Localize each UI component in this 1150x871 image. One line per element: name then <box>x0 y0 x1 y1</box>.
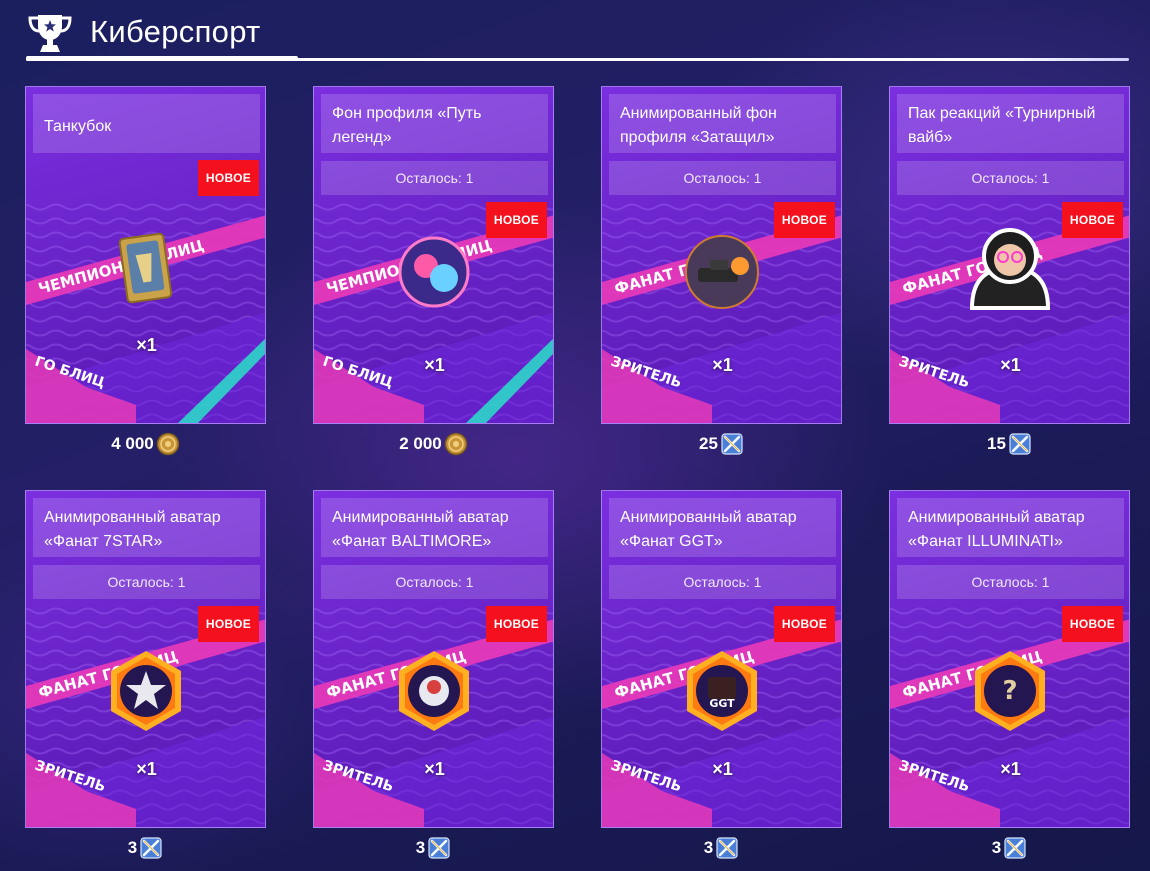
crossed-swords-icon <box>721 433 743 455</box>
product-card[interactable]: ФАНАТ ГО БЛИЦ ЗРИТЕЛЬ Анимированный ават… <box>25 490 266 828</box>
gold-coin-icon <box>156 432 180 456</box>
new-badge: НОВОЕ <box>1062 202 1123 238</box>
item-quantity: ×1 <box>1000 759 1021 779</box>
remaining-count: Осталось: 1 <box>609 565 836 599</box>
product-card[interactable]: ФАНАТ ГО БЛИЦ ЗРИТЕЛЬ GGT Анимированный … <box>601 490 842 828</box>
remaining-count: Осталось: 1 <box>897 565 1124 599</box>
product-card[interactable]: ЧЕМПИОН ГО БЛИЦ ГО БЛИЦ Фон профиля «Пут… <box>313 86 554 424</box>
card-title: Танкубок <box>33 94 260 153</box>
price-tag: 3 <box>601 835 842 861</box>
product-grid: ЧЕМПИОН ГО БЛИЦ ГО БЛИЦ Танкубок НОВОЕ ×… <box>0 0 1150 871</box>
price-value: 3 <box>991 838 1002 857</box>
new-badge: НОВОЕ <box>486 606 547 642</box>
crossed-swords-icon <box>1004 837 1026 859</box>
product-card[interactable]: ФАНАТ ГО БЛИЦ ЗРИТЕЛЬ Анимированный фон … <box>601 86 842 424</box>
price-tag: 3 <box>313 835 554 861</box>
card-title: Анимированный аватар «Фанат ILLUMINATI» <box>897 498 1124 557</box>
price-tag: 3 <box>25 835 266 861</box>
price-tag: 4 000 <box>25 431 266 457</box>
item-quantity: ×1 <box>136 759 157 779</box>
card-title: Анимированный аватар «Фанат 7STAR» <box>33 498 260 557</box>
price-value: 3 <box>127 838 138 857</box>
crossed-swords-icon <box>428 837 450 859</box>
new-badge: НОВОЕ <box>486 202 547 238</box>
card-title: Фон профиля «Путь легенд» <box>321 94 548 153</box>
product-card[interactable]: ФАНАТ ГО БЛИЦ ЗРИТЕЛЬ Пак реакций «Турни… <box>889 86 1130 424</box>
remaining-count: Осталось: 1 <box>321 161 548 195</box>
crossed-swords-icon <box>1009 433 1031 455</box>
crossed-swords-icon <box>716 837 738 859</box>
new-badge: НОВОЕ <box>1062 606 1123 642</box>
product-card[interactable]: ФАНАТ ГО БЛИЦ ЗРИТЕЛЬ ? Анимированный ав… <box>889 490 1130 828</box>
item-quantity: ×1 <box>424 355 445 375</box>
remaining-count: Осталось: 1 <box>609 161 836 195</box>
card-title: Пак реакций «Турнирный вайб» <box>897 94 1124 153</box>
new-badge: НОВОЕ <box>198 606 259 642</box>
price-tag: 25 <box>601 431 842 457</box>
crossed-swords-icon <box>140 837 162 859</box>
product-card[interactable]: ФАНАТ ГО БЛИЦ ЗРИТЕЛЬ Анимированный ават… <box>313 490 554 828</box>
item-quantity: ×1 <box>1000 355 1021 375</box>
price-value: 3 <box>703 838 714 857</box>
price-value: 2 000 <box>399 434 442 453</box>
new-badge: НОВОЕ <box>774 202 835 238</box>
new-badge: НОВОЕ <box>774 606 835 642</box>
card-title: Анимированный аватар «Фанат BALTIMORE» <box>321 498 548 557</box>
price-value: 25 <box>699 434 718 453</box>
remaining-count: Осталось: 1 <box>897 161 1124 195</box>
card-title: Анимированный аватар «Фанат GGT» <box>609 498 836 557</box>
price-tag: 2 000 <box>313 431 554 457</box>
remaining-count: Осталось: 1 <box>321 565 548 599</box>
gold-coin-icon <box>444 432 468 456</box>
item-quantity: ×1 <box>424 759 445 779</box>
price-value: 3 <box>415 838 426 857</box>
price-value: 4 000 <box>111 434 154 453</box>
item-quantity: ×1 <box>712 355 733 375</box>
card-title: Анимированный фон профиля «Затащил» <box>609 94 836 153</box>
item-quantity: ×1 <box>136 335 157 355</box>
price-tag: 3 <box>889 835 1130 861</box>
price-tag: 15 <box>889 431 1130 457</box>
product-card[interactable]: ЧЕМПИОН ГО БЛИЦ ГО БЛИЦ Танкубок НОВОЕ ×… <box>25 86 266 424</box>
price-value: 15 <box>987 434 1006 453</box>
remaining-count: Осталось: 1 <box>33 565 260 599</box>
item-quantity: ×1 <box>712 759 733 779</box>
new-badge: НОВОЕ <box>198 160 259 196</box>
